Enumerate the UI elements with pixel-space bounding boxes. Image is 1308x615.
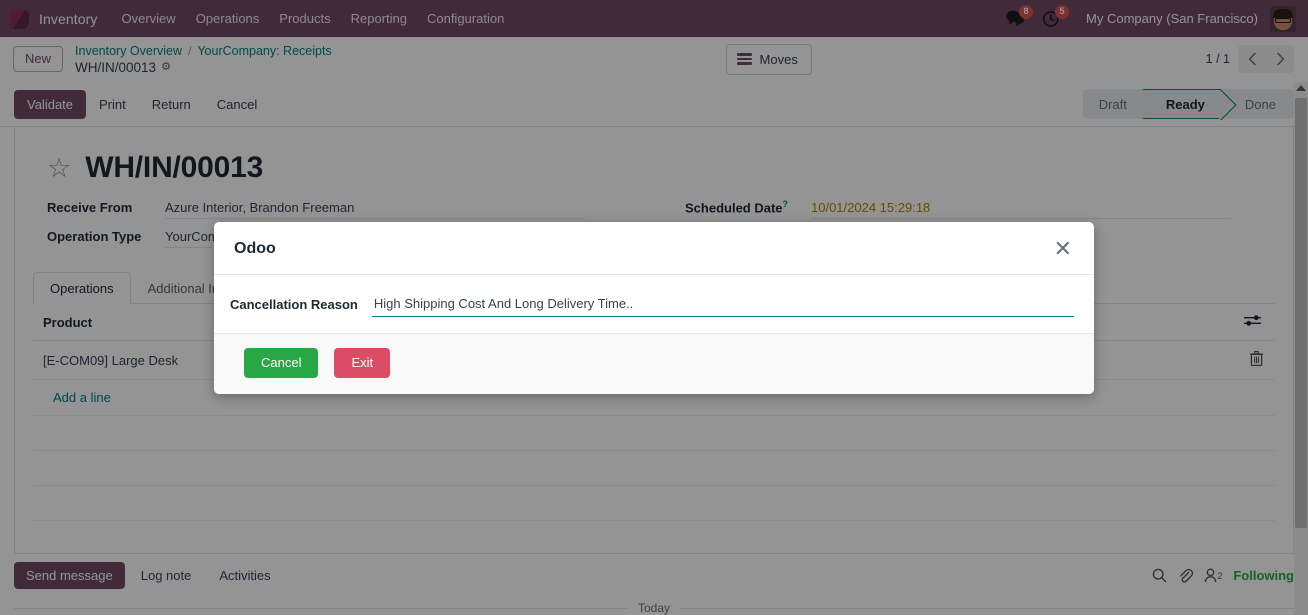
close-icon[interactable]: ✕	[1052, 238, 1074, 260]
cancellation-reason-dialog: Odoo ✕ Cancellation Reason Cancel Exit	[214, 222, 1094, 394]
cancellation-reason-input[interactable]	[371, 293, 1074, 317]
dialog-cancel-button[interactable]: Cancel	[244, 348, 319, 378]
cancellation-reason-label: Cancellation Reason	[230, 297, 358, 312]
dialog-header: Odoo ✕	[214, 222, 1094, 275]
dialog-exit-button[interactable]: Exit	[334, 348, 391, 378]
dialog-body: Cancellation Reason	[214, 275, 1094, 333]
dialog-title: Odoo	[234, 240, 276, 257]
dialog-footer: Cancel Exit	[214, 333, 1094, 394]
